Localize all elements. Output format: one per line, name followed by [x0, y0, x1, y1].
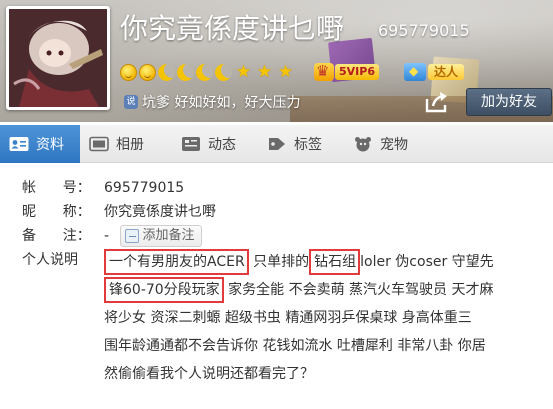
info-row-account: 帐 号： 695779015: [22, 176, 547, 200]
tab-album[interactable]: 相册: [80, 125, 172, 163]
sun-face-icon: [139, 63, 156, 81]
daren-icon: [404, 63, 426, 81]
highlight-box: 锋60-70分段玩家: [104, 277, 224, 303]
daren-label: 达人: [428, 64, 465, 80]
profile-qq-number: 695779015: [378, 21, 470, 40]
remark-value: -: [104, 228, 110, 244]
signature-text: 坑爹 好如好如，好大压力: [142, 95, 301, 111]
account-label: 帐 号：: [22, 180, 91, 196]
svip-label: 5VIP6: [335, 64, 379, 80]
tab-label: 标签: [294, 137, 322, 153]
profile-nickname: 你究竟係度讲乜嘢: [120, 12, 345, 45]
level-icons[interactable]: ★ ★ ★: [120, 62, 295, 82]
svip-badge[interactable]: 5VIP6: [314, 62, 379, 82]
star-icon: ★: [235, 61, 252, 82]
signature-icon: 说: [124, 95, 138, 109]
description-fragment: 只单排的: [248, 254, 310, 270]
pet-icon: [352, 135, 374, 153]
star-icon: ★: [256, 61, 273, 82]
add-remark-label: 添加备注: [142, 228, 195, 243]
avatar-illustration: [9, 9, 107, 107]
share-icon[interactable]: [424, 90, 450, 114]
profile-header: 你究竟係度讲乜嘢 695779015 ★ ★ ★ 5VIP6 达人 说 坑爹 好…: [0, 0, 553, 122]
tab-profile[interactable]: 资料: [0, 125, 80, 163]
description-line: 一个有男朋友的ACER 只单排的 钻石组 loler 伪coser 守望先: [104, 248, 547, 276]
crown-icon: [314, 62, 334, 81]
moon-icon: [158, 63, 175, 81]
description-line: 将少女 资深二刺螈 超级书虫 精通网羽乒保桌球 身高体重三: [104, 310, 472, 326]
tab-feed[interactable]: 动态: [172, 125, 258, 163]
edit-note-icon: [124, 229, 139, 243]
description-line: 围年龄通通都不会告诉你 花钱如流水 吐槽犀利 非常八卦 你居: [104, 338, 486, 354]
avatar[interactable]: [6, 6, 110, 110]
profile-card-icon: [8, 135, 30, 153]
moon-icon: [196, 63, 213, 81]
moon-icon: [215, 63, 232, 81]
description-text: 一个有男朋友的ACER 只单排的 钻石组 loler 伪coser 守望先 锋60-…: [104, 248, 547, 388]
description-line: 然偷偷看我个人说明还都看完了？: [104, 366, 314, 382]
highlight-box: 一个有男朋友的ACER: [104, 249, 249, 275]
sun-face-icon: [120, 63, 137, 81]
info-row-nickname: 昵 称： 你究竟係度讲乜嘢: [22, 200, 547, 224]
nickname-value: 你究竟係度讲乜嘢: [104, 204, 216, 220]
remark-label: 备 注：: [22, 228, 91, 244]
add-friend-button[interactable]: 加为好友: [466, 88, 552, 116]
info-row-remark: 备 注： - 添加备注: [22, 224, 547, 248]
moon-icon: [177, 63, 194, 81]
tag-icon: [266, 135, 288, 153]
tab-tags[interactable]: 标签: [258, 125, 344, 163]
account-value: 695779015: [104, 180, 185, 196]
profile-info: 帐 号： 695779015 昵 称： 你究竟係度讲乜嘢 备 注： - 添加备注…: [22, 176, 547, 388]
info-row-description: 个人说明 一个有男朋友的ACER 只单排的 钻石组 loler 伪coser 守望先…: [22, 248, 547, 388]
daren-badge[interactable]: 达人: [404, 62, 465, 82]
description-fragment: loler 伪coser 守望先: [360, 254, 494, 270]
nickname-label: 昵 称：: [22, 204, 91, 220]
description-line: 锋60-70分段玩家 家务全能 不会卖萌 蒸汽火车驾驶员 天才麻: [104, 276, 547, 304]
star-icon: ★: [277, 61, 294, 82]
signature: 说 坑爹 好如好如，好大压力: [124, 92, 300, 112]
tab-label: 宠物: [380, 137, 408, 153]
tab-label: 相册: [116, 137, 144, 153]
description-label: 个人说明: [22, 252, 78, 268]
feed-icon: [180, 135, 202, 153]
description-fragment: 家务全能 不会卖萌 蒸汽火车驾驶员 天才麻: [223, 282, 494, 298]
photo-album-icon: [88, 135, 110, 153]
tab-pet[interactable]: 宠物: [344, 125, 434, 163]
add-remark-button[interactable]: 添加备注: [119, 225, 202, 247]
tab-label: 动态: [208, 137, 236, 153]
tab-label: 资料: [36, 137, 64, 153]
highlight-box: 钻石组: [309, 249, 361, 275]
profile-tabs: 资料 相册 动态 标签 宠物: [0, 125, 553, 163]
